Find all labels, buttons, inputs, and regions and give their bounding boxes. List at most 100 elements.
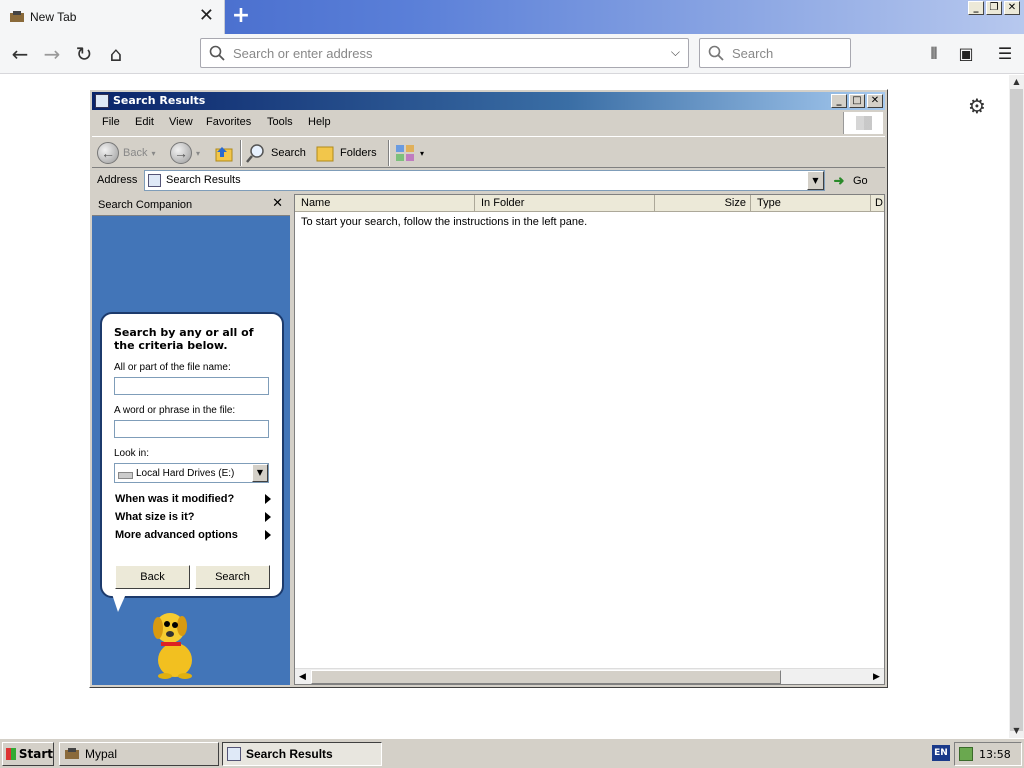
filename-label: All or part of the file name:: [114, 362, 231, 373]
forward-arrow-icon[interactable]: →: [38, 40, 66, 68]
search-bar[interactable]: [699, 38, 851, 68]
back-icon: ←: [97, 142, 119, 164]
chevron-down-icon[interactable]: ▾: [196, 149, 200, 158]
pane-header: Search Companion ✕: [92, 194, 290, 216]
gear-icon[interactable]: ⚙: [968, 94, 986, 118]
search-icon: [209, 45, 225, 61]
search-window-icon: [95, 94, 109, 108]
menu-icon[interactable]: ☰: [994, 43, 1016, 65]
column-date[interactable]: D: [871, 195, 884, 212]
bubble-tail: [112, 594, 126, 612]
menu-view[interactable]: View: [169, 116, 193, 128]
close-tab-icon[interactable]: ✕: [199, 6, 214, 26]
browser-navbar: ← → ↻ ⌂ ⌵ ⫴ ▣ ☰: [0, 34, 1024, 74]
network-icon[interactable]: [959, 747, 973, 761]
column-in-folder[interactable]: In Folder: [475, 195, 655, 212]
chevron-down-icon[interactable]: ▼: [252, 464, 268, 482]
address-input[interactable]: [233, 44, 653, 62]
forward-button[interactable]: → ▾: [170, 140, 200, 166]
go-button[interactable]: ➜ Go: [831, 170, 868, 191]
views-icon: [396, 145, 414, 161]
form-heading: Search by any or all of the criteria bel…: [114, 326, 254, 352]
column-name[interactable]: Name: [295, 195, 475, 212]
expand-arrow-icon: [265, 512, 271, 522]
search-button[interactable]: Search: [195, 565, 270, 589]
windows-logo-icon: [843, 112, 883, 134]
start-button[interactable]: Start: [2, 742, 54, 766]
close-icon[interactable]: ✕: [867, 94, 883, 108]
up-folder-icon: [215, 147, 233, 162]
search-form-bubble: Search by any or all of the criteria bel…: [100, 312, 284, 598]
sidebar-icon[interactable]: ▣: [955, 43, 977, 65]
close-pane-icon[interactable]: ✕: [272, 196, 283, 211]
lookin-select[interactable]: Local Hard Drives (E:) ▼: [114, 463, 269, 483]
menu-edit[interactable]: Edit: [135, 116, 154, 128]
folders-button[interactable]: Folders: [314, 140, 377, 166]
scroll-down-icon[interactable]: ▼: [1009, 724, 1024, 738]
window-title: Search Results: [113, 94, 206, 107]
scroll-left-icon[interactable]: ◀: [295, 669, 310, 685]
search-button[interactable]: Search: [245, 140, 306, 166]
restore-icon[interactable]: ❐: [986, 1, 1002, 15]
address-label: Address: [97, 174, 138, 186]
scroll-up-icon[interactable]: ▲: [1009, 75, 1024, 89]
search-companion-pane: Search Companion ✕ Search by any or all …: [92, 194, 290, 685]
task-mypal[interactable]: Mypal: [59, 742, 219, 766]
menu-tools[interactable]: Tools: [267, 116, 293, 128]
phrase-label: A word or phrase in the file:: [114, 405, 236, 416]
option-modified[interactable]: When was it modified?: [115, 493, 275, 505]
mypal-favicon-icon: [10, 11, 24, 22]
menu-favorites[interactable]: Favorites: [206, 116, 251, 128]
minimize-icon[interactable]: _: [968, 1, 984, 15]
scroll-thumb[interactable]: [311, 670, 781, 684]
column-size[interactable]: Size: [655, 195, 751, 212]
windows-flag-icon: [6, 748, 16, 760]
pane-title: Search Companion: [98, 199, 193, 211]
phrase-input[interactable]: [114, 420, 269, 438]
new-tab-icon[interactable]: +: [230, 3, 252, 29]
option-advanced[interactable]: More advanced options: [115, 529, 275, 541]
scroll-right-icon[interactable]: ▶: [869, 669, 884, 685]
reload-icon[interactable]: ↻: [70, 40, 98, 68]
search-results-icon: [148, 174, 161, 187]
language-indicator[interactable]: EN: [932, 745, 950, 761]
taskbar: Start Mypal Search Results 13:58: [0, 738, 1024, 768]
minimize-icon[interactable]: _: [831, 94, 847, 108]
task-search-results[interactable]: Search Results: [222, 742, 382, 766]
system-tray: 13:58: [954, 742, 1022, 766]
filename-input[interactable]: [114, 377, 269, 395]
horizontal-scrollbar[interactable]: ◀ ▶: [295, 668, 884, 684]
window-titlebar[interactable]: Search Results _ □ ✕: [92, 92, 885, 110]
home-icon[interactable]: ⌂: [102, 40, 130, 68]
scroll-thumb[interactable]: [1010, 89, 1023, 731]
hard-drive-icon: [118, 472, 133, 479]
close-icon[interactable]: ✕: [1004, 1, 1020, 15]
views-button[interactable]: ▾: [394, 140, 424, 166]
menu-file[interactable]: File: [102, 116, 120, 128]
address-bar[interactable]: ⌵: [200, 38, 689, 68]
maximize-icon[interactable]: □: [849, 94, 865, 108]
menu-help[interactable]: Help: [308, 116, 331, 128]
results-list: Name In Folder Size Type D To start your…: [294, 194, 885, 685]
library-icon[interactable]: ⫴: [923, 43, 945, 65]
chevron-down-icon[interactable]: ▾: [420, 149, 424, 158]
search-icon: [708, 45, 724, 61]
address-field[interactable]: Search Results ▼: [144, 170, 825, 191]
back-arrow-icon[interactable]: ←: [6, 40, 34, 68]
chevron-down-icon[interactable]: ⌵: [671, 45, 680, 60]
browser-tab-strip: New Tab ✕ + _ ❐ ✕: [0, 0, 1024, 34]
column-type[interactable]: Type: [751, 195, 871, 212]
browser-tab[interactable]: New Tab ✕: [0, 0, 225, 34]
option-size[interactable]: What size is it?: [115, 511, 275, 523]
lookin-label: Look in:: [114, 448, 150, 459]
tab-title: New Tab: [30, 10, 77, 24]
up-folder-button[interactable]: [214, 140, 234, 166]
expand-arrow-icon: [265, 494, 271, 504]
back-button[interactable]: ← Back ▾: [97, 140, 155, 166]
search-input[interactable]: [732, 44, 842, 62]
back-button[interactable]: Back: [115, 565, 190, 589]
page-scrollbar[interactable]: ▲ ▼: [1009, 75, 1024, 738]
search-icon: [246, 144, 264, 163]
chevron-down-icon[interactable]: ▼: [807, 171, 824, 190]
chevron-down-icon[interactable]: ▾: [151, 149, 155, 158]
